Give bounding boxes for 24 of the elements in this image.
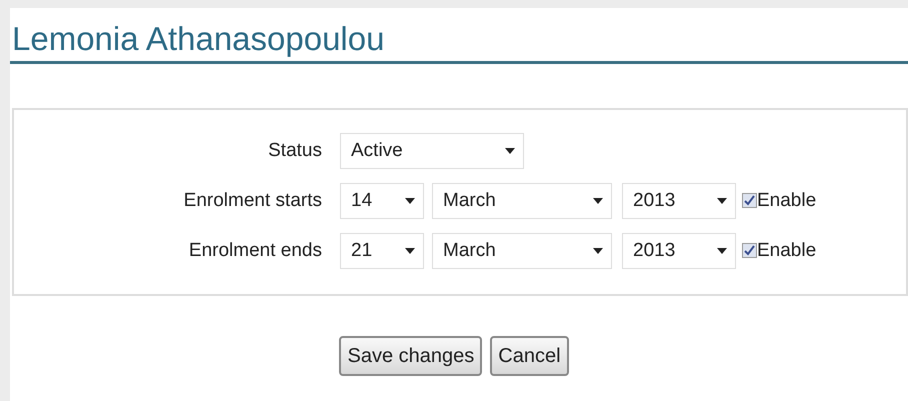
month-dropdown[interactable]: March: [432, 182, 612, 219]
field-label: Enrolment ends: [188, 238, 323, 263]
field-label: Status: [267, 138, 323, 163]
caret-icon: [593, 198, 603, 204]
save-button[interactable]: Save changes: [339, 336, 482, 376]
cancel-button[interactable]: Cancel: [490, 336, 569, 376]
field-label: Enrolment starts: [182, 188, 323, 213]
caret-icon: [405, 198, 415, 204]
page-title: Lemonia Athanasopoulou: [12, 19, 384, 59]
caret-icon: [505, 148, 515, 154]
year-dropdown[interactable]: 2013: [622, 182, 736, 219]
caret-icon: [717, 198, 727, 204]
year-dropdown[interactable]: 2013: [622, 232, 736, 269]
caret-icon: [405, 248, 415, 254]
checkbox[interactable]: [742, 243, 757, 258]
day-dropdown[interactable]: 14: [340, 182, 424, 219]
checkbox[interactable]: [742, 193, 757, 208]
caret-icon: [593, 248, 603, 254]
checkbox-label: Enable: [757, 238, 816, 263]
month-dropdown[interactable]: March: [432, 232, 612, 269]
caret-icon: [717, 248, 727, 254]
day-dropdown[interactable]: 21: [340, 232, 424, 269]
status-dropdown[interactable]: Active: [340, 132, 524, 169]
checkbox-label: Enable: [757, 188, 816, 213]
